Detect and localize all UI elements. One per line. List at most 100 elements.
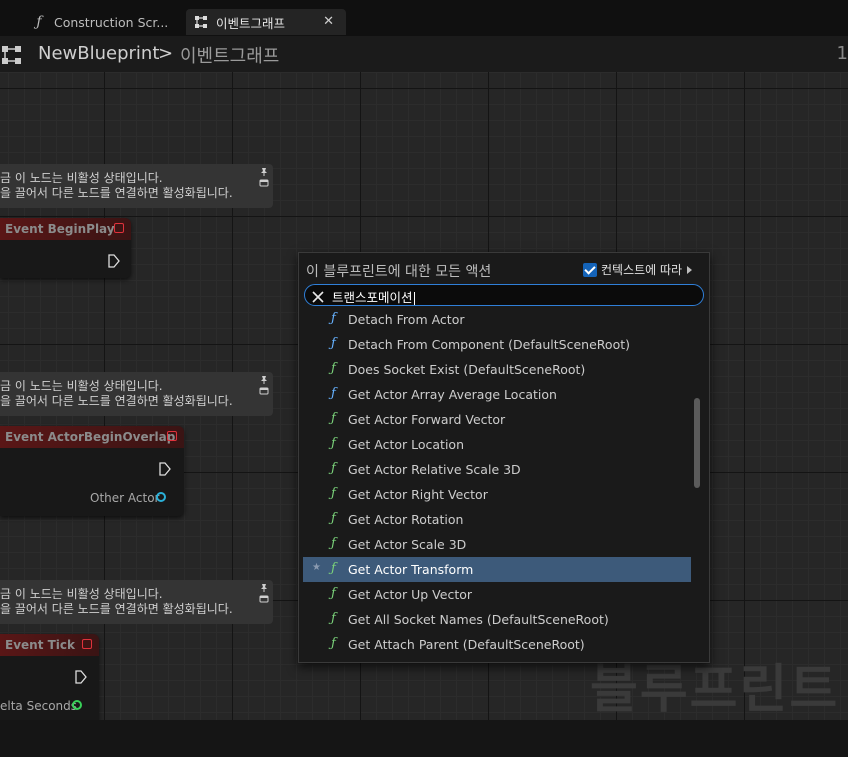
list-item-label: Get Actor Array Average Location (348, 387, 557, 402)
list-item-label: Get Actor Relative Scale 3D (348, 462, 521, 477)
node-comment[interactable]: 금 이 노드는 비활성 상태입니다. 을 끌어서 다른 노드를 연결하면 활성화… (0, 580, 273, 624)
exec-output-pin[interactable] (108, 253, 120, 268)
list-item-label: Detach From Actor (348, 312, 465, 327)
list-item-label: Detach From Component (DefaultSceneRoot) (348, 337, 630, 352)
function-icon: ƒ (331, 536, 336, 551)
function-icon: ƒ (331, 436, 336, 451)
function-icon: ƒ (331, 336, 336, 351)
event-graph-icon (194, 15, 208, 29)
checkbox-checked-icon[interactable] (583, 262, 597, 277)
action-list: ƒ Detach From Actor ƒ Detach From Componen… (303, 307, 691, 655)
function-icon: ƒ (331, 311, 336, 326)
pin-label-other-actor: Other Actor (90, 491, 160, 505)
list-item[interactable]: ƒ Get Actor Rotation (303, 507, 691, 532)
context-sensitive-label: 컨텍스트에 따라 (601, 263, 683, 277)
comment-line: 금 이 노드는 비활성 상태입니다. (0, 587, 163, 601)
list-item[interactable]: ƒ Detach From Component (DefaultSceneRoot… (303, 332, 691, 357)
stop-icon (167, 431, 177, 441)
node-title: Event ActorBeginOverlap (5, 430, 176, 444)
list-item[interactable]: ƒ Get Actor Array Average Location (303, 382, 691, 407)
tab-event-graph[interactable]: 이벤트그래프 ✕ (186, 9, 346, 35)
node-comment[interactable]: 금 이 노드는 비활성 상태입니다. 을 끌어서 다른 노드를 연결하면 활성화… (0, 164, 273, 208)
favorite-star-icon[interactable]: ★ (312, 562, 321, 573)
function-icon: ƒ (331, 461, 336, 476)
clear-search-icon[interactable] (312, 288, 324, 303)
search-field[interactable]: 트랜스포메이션 (304, 284, 704, 306)
tab-construction-script[interactable]: ƒ Construction Scr... (24, 9, 184, 35)
list-item[interactable]: ƒ Get Actor Forward Vector (303, 407, 691, 432)
event-beginplay-node[interactable]: Event BeginPlay (0, 218, 131, 278)
breadcrumb-right-fragment: 1 (836, 43, 848, 64)
function-icon: ƒ (331, 561, 336, 576)
list-item[interactable]: ƒ Get Actor Relative Scale 3D (303, 457, 691, 482)
node-comment[interactable]: 금 이 노드는 비활성 상태입니다. 을 끌어서 다른 노드를 연결하면 활성화… (0, 372, 273, 416)
function-icon: ƒ (36, 14, 42, 30)
list-item[interactable]: ƒ Get Attach Parent (DefaultSceneRoot) (303, 632, 691, 655)
list-item-label: Get Actor Right Vector (348, 487, 488, 502)
function-icon: ƒ (331, 511, 336, 526)
breadcrumb-current: 이벤트그래프 (180, 46, 280, 67)
stop-icon (82, 639, 92, 649)
pin-icon[interactable] (259, 583, 269, 605)
context-sensitive-toggle[interactable]: 컨텍스트에 따라 (583, 261, 693, 278)
node-header: Event ActorBeginOverlap (0, 426, 184, 448)
list-item-label: Get Actor Transform (348, 562, 474, 577)
list-item-selected[interactable]: ★ ƒ Get Actor Transform (303, 557, 691, 582)
close-icon[interactable]: ✕ (323, 14, 334, 29)
list-item[interactable]: ƒ Does Socket Exist (DefaultSceneRoot) (303, 357, 691, 382)
pin-icon[interactable] (259, 375, 269, 397)
list-item-label: Get Attach Parent (DefaultSceneRoot) (348, 637, 585, 652)
event-tick-node[interactable]: Event Tick elta Seconds (0, 634, 99, 720)
list-item-label: Get Actor Rotation (348, 512, 464, 527)
node-header: Event BeginPlay (0, 218, 131, 240)
scrollbar[interactable] (694, 307, 700, 655)
comment-line: 을 끌어서 다른 노드를 연결하면 활성화됩니다. (0, 394, 233, 408)
function-icon: ƒ (331, 486, 336, 501)
tab-label: Construction Scr... (54, 14, 169, 30)
list-item[interactable]: ƒ Get All Socket Names (DefaultSceneRoot) (303, 607, 691, 632)
event-actorbeginoverlap-node[interactable]: Event ActorBeginOverlap Other Actor (0, 426, 184, 516)
function-icon: ƒ (331, 586, 336, 601)
list-item-label: Get Actor Scale 3D (348, 537, 467, 552)
action-menu-title: 이 블루프린트에 대한 모든 액션 (306, 264, 492, 280)
tab-label: 이벤트그래프 (216, 15, 286, 31)
exec-output-pin[interactable] (75, 669, 87, 684)
breadcrumb-root[interactable]: NewBlueprint (38, 43, 159, 64)
text-caret (413, 292, 415, 305)
comment-line: 금 이 노드는 비활성 상태입니다. (0, 171, 163, 185)
function-icon: ƒ (331, 611, 336, 626)
list-item-label: Get All Socket Names (DefaultSceneRoot) (348, 612, 609, 627)
action-menu: 이 블루프린트에 대한 모든 액션 컨텍스트에 따라 트랜스포메이션 ƒ Deta… (298, 252, 710, 663)
tab-bar: ƒ Construction Scr... 이벤트그래프 ✕ (0, 0, 848, 36)
exec-output-pin[interactable] (159, 461, 171, 476)
list-item[interactable]: ƒ Get Actor Right Vector (303, 482, 691, 507)
function-icon: ƒ (331, 361, 336, 376)
function-icon: ƒ (331, 636, 336, 651)
pin-icon[interactable] (259, 167, 269, 189)
node-title: Event BeginPlay (5, 222, 115, 236)
scrollbar-thumb[interactable] (694, 398, 700, 488)
breadcrumb-separator: > (158, 43, 174, 64)
stop-icon (114, 223, 124, 233)
list-item[interactable]: ƒ Detach From Actor (303, 307, 691, 332)
search-input[interactable]: 트랜스포메이션 (332, 287, 415, 306)
object-output-pin[interactable] (156, 492, 166, 502)
chevron-right-icon[interactable] (687, 265, 693, 274)
list-item-label: Get Actor Up Vector (348, 587, 473, 602)
function-icon: ƒ (331, 386, 336, 401)
comment-line: 을 끌어서 다른 노드를 연결하면 활성화됩니다. (0, 602, 233, 616)
list-item-label: Get Actor Forward Vector (348, 412, 506, 427)
list-item-label: Does Socket Exist (DefaultSceneRoot) (348, 362, 586, 377)
pin-label-delta-seconds: elta Seconds (0, 699, 78, 713)
function-icon: ƒ (331, 411, 336, 426)
breadcrumb: NewBlueprint > 이벤트그래프 1 (0, 36, 848, 72)
comment-line: 을 끌어서 다른 노드를 연결하면 활성화됩니다. (0, 186, 233, 200)
list-item[interactable]: ƒ Get Actor Up Vector (303, 582, 691, 607)
float-output-pin[interactable] (72, 700, 82, 710)
bottom-bar (0, 720, 848, 757)
search-input-value: 트랜스포메이션 (332, 290, 413, 305)
list-item[interactable]: ƒ Get Actor Scale 3D (303, 532, 691, 557)
list-item[interactable]: ƒ Get Actor Location (303, 432, 691, 457)
list-item-label: Get Actor Location (348, 437, 464, 452)
node-title: Event Tick (5, 638, 76, 652)
